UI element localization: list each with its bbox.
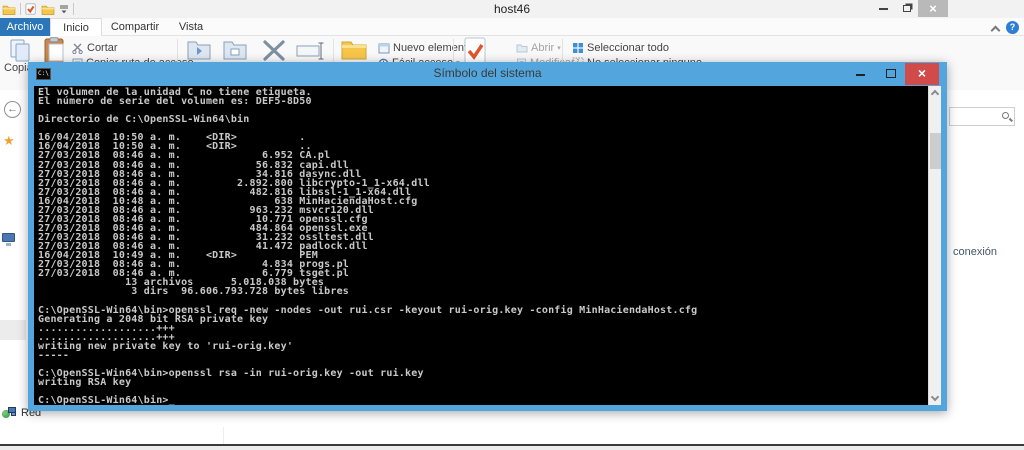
open-button[interactable]: Abrir ▾: [516, 42, 561, 54]
open-icon: [516, 43, 528, 53]
console-output-area[interactable]: El volumen de la unidad C no tiene etiqu…: [34, 86, 941, 405]
minimize-button[interactable]: [872, 0, 894, 17]
console-minimize-button[interactable]: [856, 74, 865, 76]
close-button[interactable]: ×: [918, 0, 948, 17]
console-window[interactable]: C:\ Símbolo del sistema × El volumen de …: [28, 62, 947, 411]
new-folder-icon[interactable]: [340, 39, 368, 61]
back-button[interactable]: ←: [4, 101, 21, 118]
connection-list-item[interactable]: conexión: [953, 246, 997, 258]
move-to-icon[interactable]: [186, 39, 212, 61]
console-scrollbar[interactable]: [928, 86, 941, 405]
chevron-down-icon: ▾: [557, 45, 561, 52]
console-text: El volumen de la unidad C no tiene etiqu…: [38, 87, 698, 405]
nav-pane-fragment: [0, 320, 26, 340]
restore-button[interactable]: [896, 0, 918, 17]
tab-compartir[interactable]: Compartir: [102, 18, 168, 36]
ribbon-tabrow: Archivo Inicio Compartir Vista: [0, 18, 1024, 36]
favorites-star-icon[interactable]: ★: [3, 133, 15, 149]
select-all-button[interactable]: Seleccionar todo: [572, 42, 669, 54]
statusbar-divider: [223, 427, 224, 444]
console-titlebar[interactable]: C:\ Símbolo del sistema ×: [28, 62, 947, 86]
delete-icon[interactable]: [262, 40, 286, 62]
console-maximize-button[interactable]: [886, 69, 896, 78]
window-title: host46: [493, 2, 531, 16]
copy-icon[interactable]: [8, 38, 34, 64]
this-pc-icon[interactable]: [2, 233, 15, 246]
scrollbar-thumb[interactable]: [930, 133, 941, 169]
scroll-up-icon[interactable]: [930, 89, 940, 99]
console-close-button[interactable]: ×: [905, 63, 939, 85]
desktop-strip: [0, 446, 1024, 450]
copy-to-icon[interactable]: [222, 39, 248, 61]
tab-vista[interactable]: Vista: [168, 18, 214, 36]
rename-icon[interactable]: [296, 42, 324, 60]
help-icon[interactable]: ?: [1006, 21, 1019, 34]
select-all-icon: [572, 42, 584, 54]
search-input[interactable]: [949, 107, 1015, 126]
tab-inicio[interactable]: Inicio: [50, 18, 102, 36]
scroll-down-icon[interactable]: [930, 392, 940, 402]
scissors-icon: [72, 43, 84, 54]
search-icon: [1002, 112, 1009, 119]
properties-icon[interactable]: [462, 37, 488, 65]
network-icon: [2, 407, 16, 419]
paste-icon[interactable]: [42, 37, 68, 65]
new-item-icon: [378, 43, 390, 54]
desktop: host46 × Archivo Inicio Compartir Vista …: [0, 0, 1024, 450]
tab-archivo[interactable]: Archivo: [0, 18, 50, 36]
explorer-titlebar: host46 ×: [0, 0, 1024, 18]
cut-button[interactable]: Cortar: [72, 42, 118, 54]
console-title: Símbolo del sistema: [433, 66, 542, 80]
